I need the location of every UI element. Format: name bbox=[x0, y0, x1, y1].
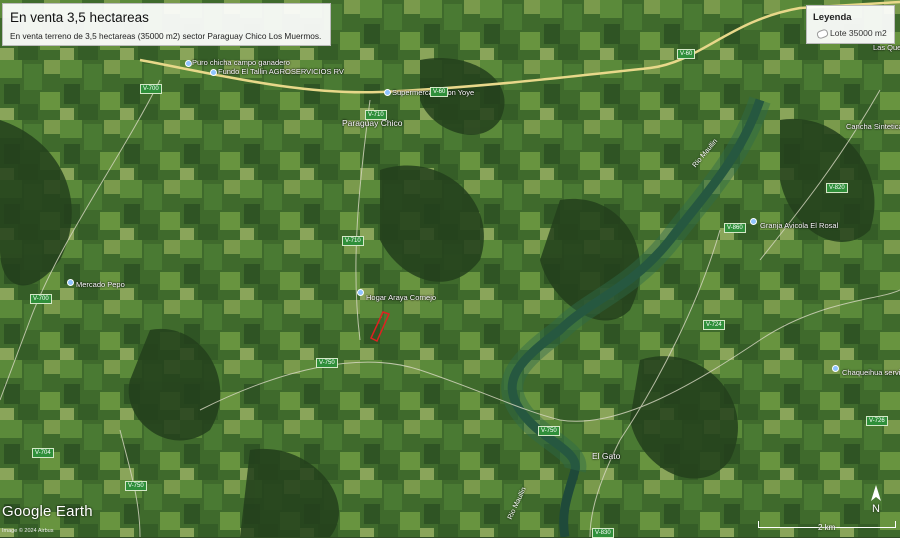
title-panel: En venta 3,5 hectareas En venta terreno … bbox=[2, 3, 331, 46]
place-label[interactable]: Granja Avicola El Rosal bbox=[760, 221, 838, 230]
road-shield: V-724 bbox=[703, 320, 725, 330]
place-label[interactable]: Mercado Pepo bbox=[76, 280, 125, 289]
lot-polygon-icon bbox=[815, 28, 830, 40]
road-shield: V-60 bbox=[430, 87, 449, 97]
place-label[interactable]: Las Quemas bbox=[873, 43, 900, 52]
road-shield: V-710 bbox=[342, 236, 364, 246]
road-shield: V-726 bbox=[866, 416, 888, 426]
place-pin-icon[interactable] bbox=[67, 279, 74, 286]
place-label[interactable]: Fundo El Tallin AGROSERVICIOS RV bbox=[218, 67, 344, 76]
google-earth-logo: Google Earth bbox=[2, 503, 93, 520]
road-shield: V-704 bbox=[32, 448, 54, 458]
legend-item-label: Lote 35000 m2 bbox=[830, 28, 887, 38]
place-label[interactable]: Puro chicha campo ganadero bbox=[192, 58, 290, 67]
north-arrow-icon bbox=[871, 485, 881, 501]
place-pin-icon[interactable] bbox=[832, 365, 839, 372]
compass[interactable]: N bbox=[866, 484, 886, 516]
road-shield: V-750 bbox=[316, 358, 338, 368]
legend-title: Leyenda bbox=[813, 12, 852, 23]
place-label[interactable]: Hogar Araya Cornejo bbox=[366, 293, 436, 302]
road-shield: V-860 bbox=[724, 223, 746, 233]
place-label[interactable]: Cancha Sintetica bbox=[846, 122, 900, 131]
town-label[interactable]: El Gato bbox=[592, 451, 620, 461]
road-shield: V-750 bbox=[125, 481, 147, 491]
satellite-map[interactable] bbox=[0, 0, 900, 537]
road-shield: V-60 bbox=[677, 49, 696, 59]
place-pin-icon[interactable] bbox=[210, 69, 217, 76]
place-pin-icon[interactable] bbox=[384, 89, 391, 96]
road-shield: V-820 bbox=[826, 183, 848, 193]
imagery-credit: Image © 2024 Airbus bbox=[2, 528, 54, 534]
place-pin-icon[interactable] bbox=[357, 289, 364, 296]
place-pin-icon[interactable] bbox=[185, 60, 192, 67]
map-subtitle: En venta terreno de 3,5 hectareas (35000… bbox=[10, 31, 322, 41]
road-shield: V-710 bbox=[365, 110, 387, 120]
place-pin-icon[interactable] bbox=[750, 218, 757, 225]
legend-panel: Leyenda Lote 35000 m2 bbox=[806, 5, 895, 44]
road-shield: V-700 bbox=[30, 294, 52, 304]
scale-label: 2 km bbox=[818, 523, 836, 532]
road-shield: V-700 bbox=[140, 84, 162, 94]
place-label[interactable]: Chaqueihua servicentro bbox=[842, 368, 900, 377]
road-shield: V-750 bbox=[538, 426, 560, 436]
map-title: En venta 3,5 hectareas bbox=[10, 10, 149, 25]
north-label: N bbox=[872, 503, 880, 515]
